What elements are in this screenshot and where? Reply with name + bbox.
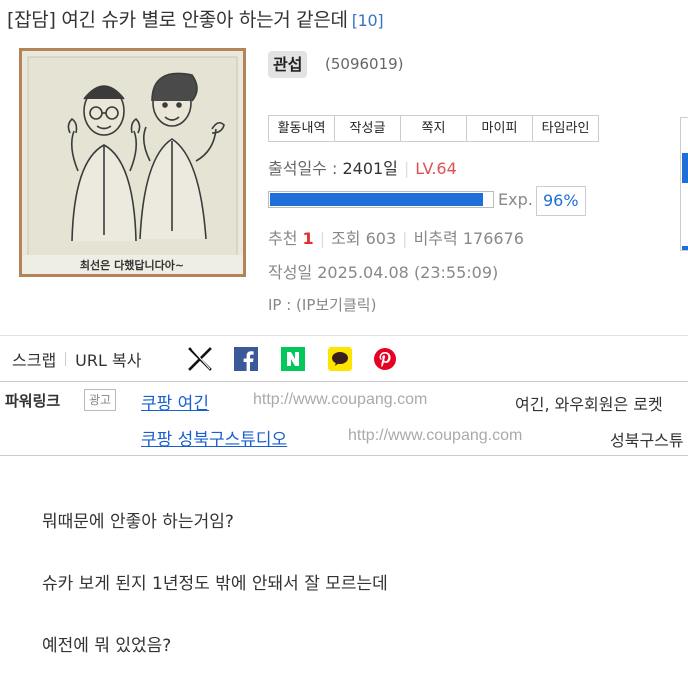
post-body-paragraph: 슈카 보게 된지 1년정도 밖에 안돼서 잘 모르는데 xyxy=(42,574,388,594)
ad-description: 성북구스튜 xyxy=(610,431,684,450)
divider xyxy=(0,335,688,336)
tab-activity[interactable]: 활동내역 xyxy=(269,116,335,141)
post-body-paragraph: 예전에 뭐 있었음? xyxy=(42,636,172,656)
post-stats: 추천 1 | 조회 603 | 비추력 176676 xyxy=(268,225,524,249)
tab-timeline[interactable]: 타임라인 xyxy=(533,116,598,141)
tab-message[interactable]: 쪽지 xyxy=(401,116,467,141)
nickname[interactable]: 관섭 xyxy=(268,51,308,78)
divider xyxy=(0,455,688,456)
post-body-paragraph: 뭐때문에 안좋아 하는거임? xyxy=(42,512,234,532)
divider xyxy=(0,381,688,382)
share-bar: 스크랩 URL 복사 xyxy=(12,345,141,373)
exp-progress-bar xyxy=(268,191,494,208)
recommend-count: 1 xyxy=(302,229,314,248)
attendance-row: 출석일수 : 2401일 | LV.64 xyxy=(268,155,457,179)
recommend-label: 추천 xyxy=(268,229,298,248)
divider: | xyxy=(402,229,408,248)
ad-title-link[interactable]: 쿠팡 성북구스튜디오 xyxy=(141,425,287,450)
profile-caption: 최선은 다했답니다아~ xyxy=(80,258,184,272)
side-panel-indicator-bottom xyxy=(682,246,688,250)
ad-url[interactable]: http://www.coupang.com xyxy=(348,427,522,445)
post-title-text: [잡담] 여긴 슈카 별로 안좋아 하는거 같은데 xyxy=(7,9,348,31)
side-panel-indicator xyxy=(682,153,688,183)
side-panel-edge xyxy=(680,117,688,251)
post-title: [잡담] 여긴 슈카 별로 안좋아 하는거 같은데 [10] xyxy=(7,5,384,32)
ip-link[interactable]: IP : (IP보기클릭) xyxy=(268,294,376,315)
scrap-button[interactable]: 스크랩 xyxy=(12,347,56,371)
post-date: 작성일 2025.04.08 (23:55:09) xyxy=(268,263,499,282)
attendance-value: 2401일 xyxy=(342,159,398,178)
views-label: 조회 xyxy=(331,229,361,248)
profile-image[interactable]: 최선은 다했답니다아~ xyxy=(19,48,246,277)
kakaotalk-icon[interactable] xyxy=(328,347,352,371)
naver-icon[interactable] xyxy=(281,347,305,371)
ad-url[interactable]: http://www.coupang.com xyxy=(253,391,427,409)
ad-description: 여긴, 와우회원은 로켓 xyxy=(515,395,663,414)
divider xyxy=(65,352,67,366)
views-count: 603 xyxy=(365,229,397,248)
x-icon[interactable] xyxy=(188,347,212,371)
tab-mypi[interactable]: 마이피 xyxy=(467,116,533,141)
divider: | xyxy=(319,229,326,248)
profile-illustration: 최선은 다했답니다아~ xyxy=(22,51,243,274)
exp-percent: 96% xyxy=(536,186,586,216)
pinterest-icon[interactable] xyxy=(373,347,397,371)
facebook-icon[interactable] xyxy=(234,347,258,371)
ad-title-link[interactable]: 쿠팡 여긴 xyxy=(141,389,209,414)
divider: | xyxy=(403,159,410,178)
user-id: (5096019) xyxy=(325,55,404,73)
comment-count[interactable]: [10] xyxy=(352,11,384,30)
powerlink-label: 파워링크 xyxy=(5,392,61,410)
power-value: 176676 xyxy=(462,229,524,248)
profile-tabs: 활동내역 작성글 쪽지 마이피 타임라인 xyxy=(268,115,599,142)
level-badge: LV.64 xyxy=(415,159,457,178)
attendance-label: 출석일수 : xyxy=(268,159,338,178)
power-label: 비추력 xyxy=(413,229,458,248)
tab-posts[interactable]: 작성글 xyxy=(335,116,401,141)
exp-progress-fill xyxy=(270,193,484,206)
ad-badge: 광고 xyxy=(84,389,117,411)
exp-label: Exp. xyxy=(498,190,533,209)
url-copy-button[interactable]: URL 복사 xyxy=(75,347,141,371)
